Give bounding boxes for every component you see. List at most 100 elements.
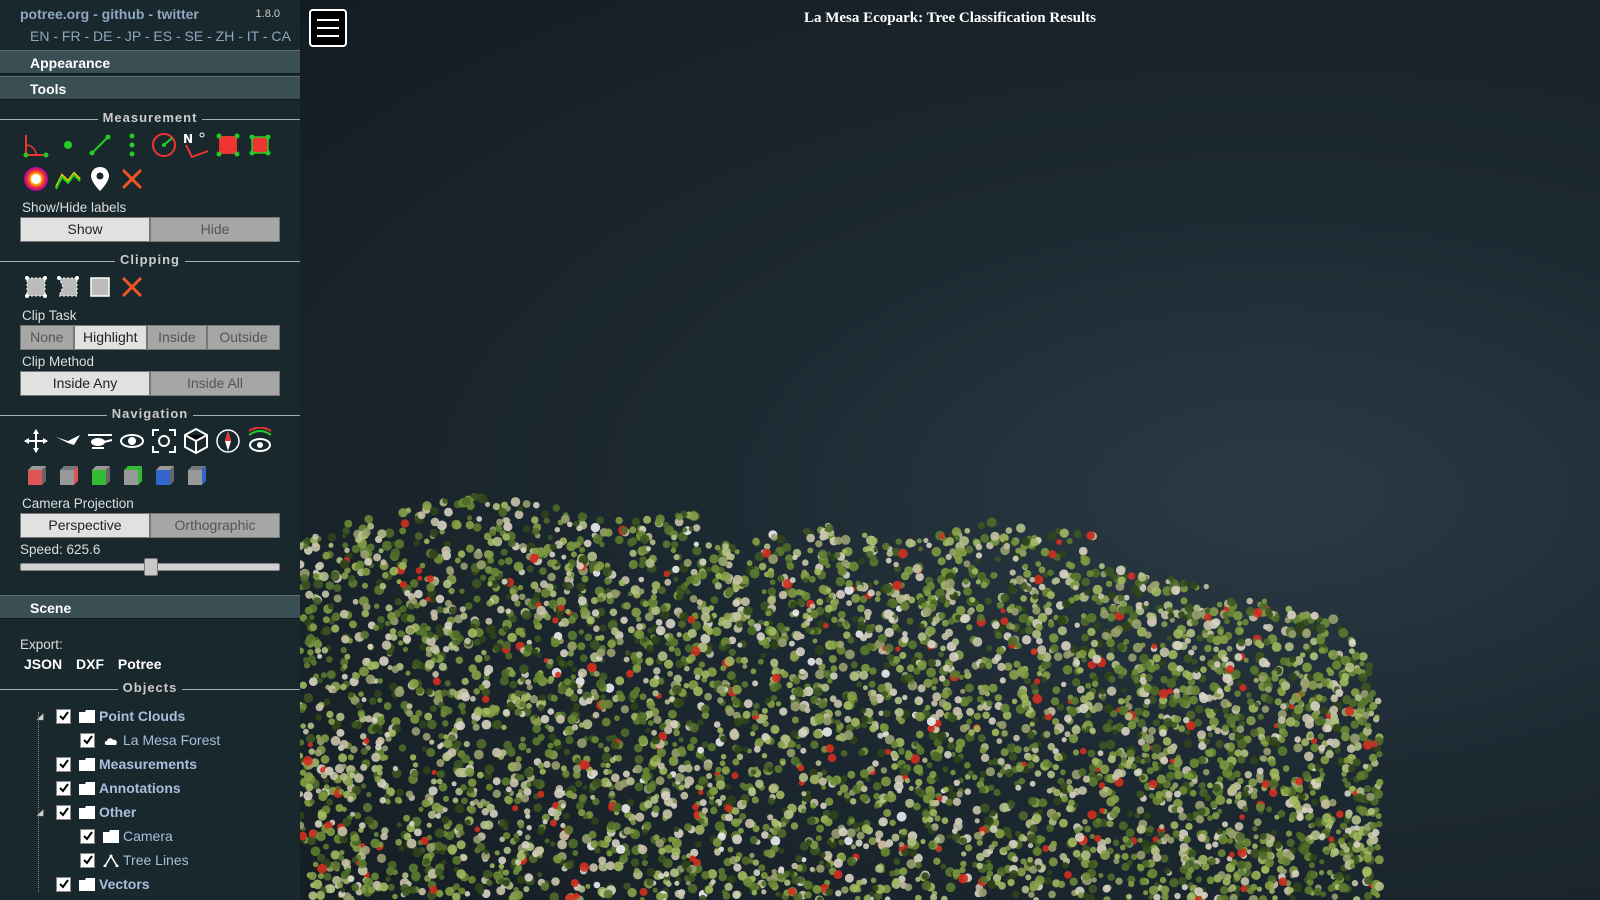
menu-scene[interactable]: Scene [0,595,300,619]
checkbox-vectors[interactable] [56,876,71,892]
tree-label-la-mesa-forest[interactable]: La Mesa Forest [123,732,220,748]
clip-task-highlight[interactable]: Highlight [73,325,147,350]
tree-label-measurements[interactable]: Measurements [99,756,197,772]
tree-item-la-mesa-forest[interactable]: La Mesa Forest [30,728,300,752]
distance-measure-icon[interactable] [84,129,116,161]
checkbox-annotations[interactable] [56,780,71,796]
volume-measure-icon[interactable] [244,129,276,161]
hamburger-icon [317,19,339,21]
helicopter-controls-icon[interactable] [84,425,116,457]
checkbox-la-mesa-forest[interactable] [80,732,95,748]
clip-screen-box-icon[interactable] [84,271,116,303]
remove-measurements-icon[interactable] [116,163,148,195]
menu-appearance[interactable]: Appearance [0,50,300,74]
clip-volume-icon[interactable] [20,271,52,303]
point-cloud-viewer[interactable] [300,0,1600,900]
front-view-icon[interactable] [84,459,116,491]
folder-icon [103,829,119,843]
folder-icon [79,805,95,819]
fly-controls-icon[interactable] [52,425,84,457]
annotation-pin-icon[interactable] [84,163,116,195]
clip-method-inside-any[interactable]: Inside Any [20,371,150,396]
height-profile-icon[interactable] [52,163,84,195]
header-links-text[interactable]: potree.org - github - twitter [20,6,199,22]
labels-toggle-group: Show Hide [20,217,280,242]
folder-icon [79,709,95,723]
checkbox-camera[interactable] [80,828,95,844]
tree-label-camera[interactable]: Camera [123,828,173,844]
top-view-icon[interactable] [148,459,180,491]
navigation-divider: Navigation [0,406,300,424]
clip-method-inside-all[interactable]: Inside All [150,371,280,396]
compass-icon[interactable] [212,425,244,457]
tree-label-annotations[interactable]: Annotations [99,780,181,796]
export-dxf-link[interactable]: DXF [76,656,104,672]
angle-measure-icon[interactable] [20,129,52,161]
menu-toggle-button[interactable] [309,9,347,47]
show-labels-button[interactable]: Show [20,217,150,242]
orbit-controls-icon[interactable] [116,425,148,457]
tree-item-other[interactable]: ◢ Other [30,800,300,824]
sidebar: potree.org - github - twitter 1.8.0 EN -… [0,0,300,900]
header-links[interactable]: potree.org - github - twitter 1.8.0 [0,0,300,22]
clip-task-none[interactable]: None [20,325,74,350]
speed-slider-thumb[interactable] [144,558,158,576]
export-caption: Export: [20,637,63,652]
clip-task-outside[interactable]: Outside [206,325,280,350]
clip-polygon-icon[interactable] [52,271,84,303]
folder-icon [79,757,95,771]
remove-clipping-icon[interactable] [116,271,148,303]
clipping-divider: Clipping [0,252,300,270]
tree-item-tree-lines[interactable]: Tree Lines [30,848,300,872]
polyline-icon [103,854,119,867]
checkbox-tree-lines[interactable] [80,852,95,868]
sphere-volume-icon[interactable] [20,163,52,195]
export-json-link[interactable]: JSON [24,656,62,672]
tree-item-measurements[interactable]: Measurements [30,752,300,776]
tree-label-tree-lines[interactable]: Tree Lines [123,852,189,868]
folder-icon [79,877,95,891]
clip-task-group: None Highlight Inside Outside [20,325,280,350]
orthographic-button[interactable]: Orthographic [150,513,280,538]
tree-item-vectors[interactable]: Vectors [30,872,300,896]
bottom-view-icon[interactable] [180,459,212,491]
checkbox-point-clouds[interactable] [56,708,71,724]
export-potree-link[interactable]: Potree [118,656,162,672]
tree-label-vectors[interactable]: Vectors [99,876,150,892]
height-measure-icon[interactable] [116,129,148,161]
focus-icon[interactable] [148,425,180,457]
right-view-icon[interactable] [52,459,84,491]
azimuth-measure-icon[interactable]: N [180,129,212,161]
collapse-triangle-icon[interactable]: ◢ [30,711,50,722]
labels-caption: Show/Hide labels [22,200,127,215]
clip-task-inside[interactable]: Inside [146,325,207,350]
earth-controls-icon[interactable] [20,425,52,457]
speed-slider[interactable] [20,558,280,576]
menu-tools[interactable]: Tools [0,76,300,100]
left-view-icon[interactable] [20,459,52,491]
checkbox-other[interactable] [56,804,71,820]
checkbox-measurements[interactable] [56,756,71,772]
circle-measure-icon[interactable] [148,129,180,161]
measurement-tools-row-2 [0,162,300,196]
tree-label-point-clouds[interactable]: Point Clouds [99,708,185,724]
point-cloud-render[interactable] [300,0,1600,900]
hide-labels-button[interactable]: Hide [150,217,280,242]
tree-item-camera[interactable]: Camera [30,824,300,848]
point-measure-icon[interactable] [52,129,84,161]
collapse-triangle-icon[interactable]: ◢ [30,807,50,818]
measurement-tools-row-1: N [0,128,300,162]
clip-method-caption: Clip Method [22,354,95,369]
tree-canopy-points [300,492,1384,900]
area-measure-icon[interactable] [212,129,244,161]
language-links[interactable]: EN - FR - DE - JP - ES - SE - ZH - IT - … [0,22,300,48]
back-view-icon[interactable] [116,459,148,491]
tree-guide-line [38,712,39,892]
navigation-cube-icon[interactable] [180,425,212,457]
navigation-tools-row-2 [0,458,300,492]
perspective-button[interactable]: Perspective [20,513,150,538]
camera-animation-icon[interactable] [244,425,276,457]
tree-label-other[interactable]: Other [99,804,136,820]
tree-item-point-clouds[interactable]: ◢ Point Clouds [30,704,300,728]
tree-item-annotations[interactable]: Annotations [30,776,300,800]
